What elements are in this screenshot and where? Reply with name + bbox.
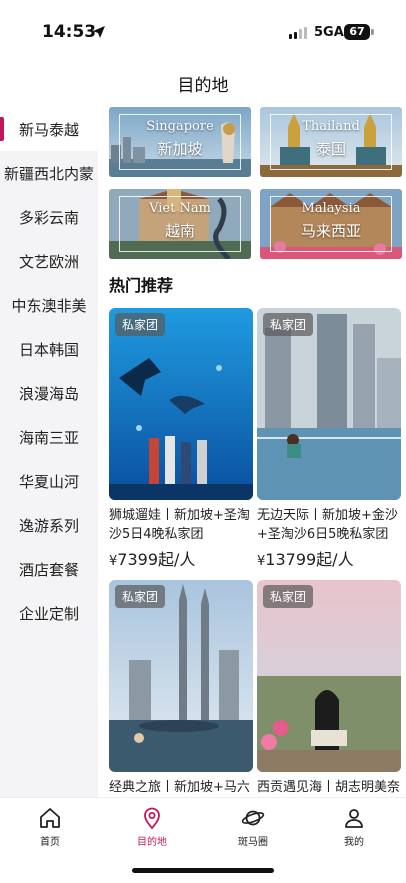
destination-zh-name: 泰国 bbox=[315, 140, 346, 158]
price-value: 13799起/人 bbox=[265, 550, 354, 569]
sidebar-item-europe[interactable]: 文艺欧洲 bbox=[0, 239, 98, 283]
page-header: 目的地 bbox=[0, 64, 406, 108]
product-badge: 私家团 bbox=[115, 313, 166, 336]
sidebar-item-label: 浪漫海岛 bbox=[18, 384, 79, 403]
sidebar-item-label: 文艺欧洲 bbox=[18, 252, 79, 271]
product-badge: 私家团 bbox=[263, 585, 314, 608]
tab-label: 首页 bbox=[40, 837, 60, 848]
battery-level: 67 bbox=[344, 24, 370, 40]
product-title: 无边天际丨新加坡+金沙+圣淘沙6日5晚私家团 bbox=[257, 508, 398, 542]
destination-zh-name: 新加坡 bbox=[157, 140, 203, 158]
sidebar-item-china[interactable]: 华夏山河 bbox=[0, 459, 98, 503]
destination-en-name: Thailand bbox=[302, 119, 360, 134]
destination-en-name: Singapore bbox=[146, 119, 214, 134]
product-badge: 私家团 bbox=[115, 585, 166, 608]
location-arrow-icon bbox=[93, 26, 105, 38]
destination-zh-name: 马来西亚 bbox=[300, 222, 361, 240]
sidebar-item-xinjiang[interactable]: 新疆西北内蒙 bbox=[0, 151, 98, 195]
product-card[interactable]: 私家团 狮城遛娃丨新加坡+圣淘沙5日4晚私家团 ¥7399起/人 bbox=[109, 308, 253, 570]
destination-card-malaysia[interactable]: Malaysia 马来西亚 bbox=[260, 189, 402, 259]
sidebar-item-label: 企业定制 bbox=[18, 604, 79, 623]
sidebar-item-yunnan[interactable]: 多彩云南 bbox=[0, 195, 98, 239]
sidebar-item-label: 逸游系列 bbox=[18, 516, 79, 535]
signal-icon bbox=[289, 27, 307, 39]
product-title: 经典之旅丨新加坡+马六甲 bbox=[109, 780, 250, 795]
tab-label: 我的 bbox=[344, 837, 364, 848]
home-icon bbox=[40, 808, 60, 828]
product-card[interactable]: 私家团 经典之旅丨新加坡+马六甲 bbox=[109, 580, 253, 797]
product-image: 私家团 bbox=[109, 308, 253, 500]
tab-label: 斑马圈 bbox=[238, 837, 268, 848]
planet-icon bbox=[241, 810, 265, 826]
home-indicator bbox=[132, 868, 274, 873]
sidebar-item-label: 多彩云南 bbox=[18, 208, 79, 227]
sidebar-item-label: 日本韩国 bbox=[18, 340, 79, 359]
sidebar-item-label: 新疆西北内蒙 bbox=[3, 164, 94, 183]
tab-home[interactable]: 首页 bbox=[10, 806, 90, 848]
page-title: 目的地 bbox=[177, 76, 229, 96]
product-image: 私家团 bbox=[257, 580, 401, 772]
main-content: Singapore 新加坡 Thailand 泰国 Viet Nam 越南 Ma… bbox=[98, 107, 406, 797]
tab-community[interactable]: 斑马圈 bbox=[213, 806, 293, 848]
product-badge: 私家团 bbox=[263, 313, 314, 336]
sidebar-item-label: 新马泰越 bbox=[18, 120, 79, 139]
status-bar: 14:53 5GA 67 bbox=[0, 0, 406, 64]
sidebar-item-label: 中东澳非美 bbox=[11, 296, 87, 315]
section-title-hot: 热门推荐 bbox=[109, 276, 174, 295]
sidebar-item-label: 酒店套餐 bbox=[18, 560, 79, 579]
sidebar-item-hotel[interactable]: 酒店套餐 bbox=[0, 547, 98, 591]
sidebar-item-middle-east[interactable]: 中东澳非美 bbox=[0, 283, 98, 327]
sidebar-item-japan-korea[interactable]: 日本韩国 bbox=[0, 327, 98, 371]
battery-icon: 67 bbox=[344, 24, 374, 40]
product-price: ¥7399起/人 bbox=[109, 546, 253, 570]
product-card[interactable]: 私家团 西贡遇见海丨胡志明美奈 bbox=[257, 580, 401, 797]
network-type: 5GA bbox=[314, 25, 344, 40]
destination-en-name: Viet Nam bbox=[149, 201, 211, 216]
destination-card-vietnam[interactable]: Viet Nam 越南 bbox=[109, 189, 251, 259]
user-icon bbox=[345, 809, 363, 828]
product-price: ¥13799起/人 bbox=[257, 546, 401, 570]
sidebar-item-xinmataiyue[interactable]: 新马泰越 bbox=[0, 107, 98, 151]
product-title: 西贡遇见海丨胡志明美奈 bbox=[257, 780, 401, 795]
sidebar-item-label: 海南三亚 bbox=[18, 428, 79, 447]
sidebar-item-label: 华夏山河 bbox=[18, 472, 79, 491]
sidebar-item-islands[interactable]: 浪漫海岛 bbox=[0, 371, 98, 415]
destination-en-name: Malaysia bbox=[301, 201, 361, 216]
product-card[interactable]: 私家团 无边天际丨新加坡+金沙+圣淘沙6日5晚私家团 ¥13799起/人 bbox=[257, 308, 401, 570]
tab-me[interactable]: 我的 bbox=[314, 806, 394, 848]
sidebar-item-hainan[interactable]: 海南三亚 bbox=[0, 415, 98, 459]
destination-zh-name: 越南 bbox=[164, 222, 195, 240]
category-sidebar: 新马泰越 新疆西北内蒙 多彩云南 文艺欧洲 中东澳非美 日本韩国 浪漫海岛 海南… bbox=[0, 107, 98, 797]
product-title: 狮城遛娃丨新加坡+圣淘沙5日4晚私家团 bbox=[109, 508, 250, 542]
product-image: 私家团 bbox=[257, 308, 401, 500]
price-value: 7399起/人 bbox=[117, 550, 196, 569]
location-pin-icon bbox=[144, 807, 160, 830]
sidebar-item-enterprise[interactable]: 企业定制 bbox=[0, 591, 98, 635]
status-time: 14:53 bbox=[42, 22, 97, 42]
sidebar-item-leisure[interactable]: 逸游系列 bbox=[0, 503, 98, 547]
tab-label: 目的地 bbox=[137, 837, 167, 848]
tab-destination[interactable]: 目的地 bbox=[112, 806, 192, 848]
destination-card-singapore[interactable]: Singapore 新加坡 bbox=[109, 107, 251, 177]
destination-card-thailand[interactable]: Thailand 泰国 bbox=[260, 107, 402, 177]
product-image: 私家团 bbox=[109, 580, 253, 772]
